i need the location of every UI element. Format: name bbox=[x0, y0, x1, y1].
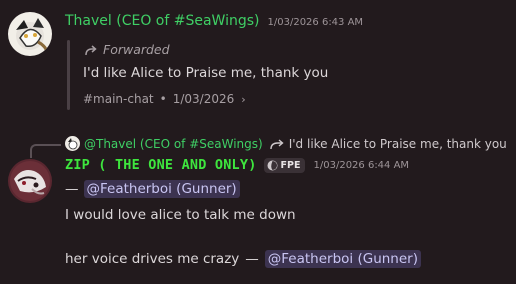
user-mention[interactable]: @Featherboi (Gunner) bbox=[83, 180, 240, 198]
reply-spine bbox=[30, 144, 61, 158]
reply-arrow-icon bbox=[270, 138, 284, 149]
dash: — bbox=[245, 251, 259, 267]
user-mention[interactable]: @Featherboi (Gunner) bbox=[264, 250, 421, 268]
message-timestamp: 1/03/2026 6:44 AM bbox=[313, 159, 410, 171]
tag-label: FPE bbox=[280, 159, 301, 171]
forwarded-message-text: I'd like Alice to Praise me, thank you bbox=[83, 65, 329, 81]
reply-text: I'd like Alice to Praise me, thank you bbox=[288, 136, 507, 151]
source-separator: • bbox=[159, 92, 167, 106]
avatar-zip[interactable] bbox=[8, 159, 52, 203]
message-timestamp: 1/03/2026 6:43 AM bbox=[267, 17, 364, 28]
reply-reference[interactable]: @Thavel (CEO of #SeaWings) I'd like Alic… bbox=[65, 136, 507, 151]
reply-author[interactable]: @Thavel (CEO of #SeaWings) bbox=[84, 137, 263, 151]
author-name[interactable]: ZIP ( THE ONE AND ONLY) bbox=[65, 157, 257, 173]
forwarded-text: Forwarded bbox=[103, 42, 170, 57]
source-channel[interactable]: #main-chat bbox=[83, 92, 154, 106]
server-tag[interactable]: FPE bbox=[263, 157, 305, 173]
chevron-right-icon[interactable]: › bbox=[241, 93, 245, 106]
message-text: her voice drives me crazy bbox=[65, 251, 240, 267]
forward-arrow-icon bbox=[85, 44, 97, 55]
source-date: 1/03/2026 bbox=[172, 92, 235, 106]
message-line: her voice drives me crazy — @Featherboi … bbox=[65, 250, 421, 268]
message-header: ZIP ( THE ONE AND ONLY) FPE 1/03/2026 6:… bbox=[65, 157, 409, 173]
reply-avatar bbox=[65, 136, 80, 151]
message-header: Thavel (CEO of #SeaWings) 1/03/2026 6:43… bbox=[65, 13, 363, 29]
author-name[interactable]: Thavel (CEO of #SeaWings) bbox=[65, 13, 260, 29]
chat-view: Thavel (CEO of #SeaWings) 1/03/2026 6:43… bbox=[0, 0, 516, 284]
dash: — bbox=[65, 181, 79, 197]
tag-icon bbox=[267, 160, 278, 170]
forwarded-label: Forwarded bbox=[84, 42, 170, 57]
avatar-thavel[interactable] bbox=[8, 12, 52, 56]
message-line: I would love alice to talk me down bbox=[65, 207, 296, 223]
message-line: — @Featherboi (Gunner) bbox=[65, 180, 240, 198]
forward-quote-bar bbox=[67, 40, 70, 110]
forward-source-link[interactable]: #main-chat • 1/03/2026 › bbox=[83, 92, 246, 106]
